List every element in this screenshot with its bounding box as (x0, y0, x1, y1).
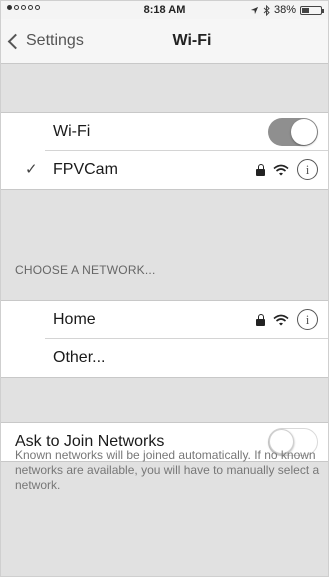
battery-percentage: 38% (273, 4, 296, 16)
other-network-label: Other... (53, 349, 106, 366)
info-button[interactable]: i (297, 159, 318, 180)
checkmark-icon: ✓ (25, 161, 38, 178)
wifi-toggle[interactable] (268, 118, 318, 146)
ask-to-join-description: Known networks will be joined automatica… (15, 448, 320, 492)
connected-network-row[interactable]: ✓ FPVCam i (1, 151, 328, 189)
wifi-icon (273, 314, 289, 325)
connected-network-name: FPVCam (53, 161, 118, 178)
wifi-label: Wi-Fi (53, 123, 91, 140)
status-bar: 8:18 AM 38% (1, 1, 328, 19)
toggle-knob (291, 119, 317, 145)
network-row-home[interactable]: Home i (1, 301, 328, 339)
choose-network-header: CHOOSE A NETWORK... (15, 263, 156, 277)
phone-screen: 8:18 AM 38% Settings Wi-Fi Wi-Fi ✓ FPVCa… (0, 0, 329, 577)
battery-icon (300, 5, 324, 15)
lock-icon (256, 313, 265, 326)
network-name: Home (53, 311, 96, 328)
networks-group: Home i Other... (1, 300, 328, 378)
wifi-toggle-row: Wi-Fi (1, 113, 328, 151)
location-arrow-icon (250, 6, 259, 14)
wifi-icon (273, 164, 289, 175)
network-row-other[interactable]: Other... (1, 339, 328, 377)
info-button[interactable]: i (297, 309, 318, 330)
navigation-bar: Settings Wi-Fi (1, 19, 328, 64)
network-status-icons: i (256, 309, 318, 330)
lock-icon (256, 163, 265, 176)
status-right: 38% (250, 4, 324, 16)
bluetooth-icon (263, 4, 270, 16)
network-status-icons: i (256, 159, 318, 180)
page-title: Wi-Fi (172, 32, 212, 49)
wifi-group: Wi-Fi ✓ FPVCam i (1, 112, 328, 190)
